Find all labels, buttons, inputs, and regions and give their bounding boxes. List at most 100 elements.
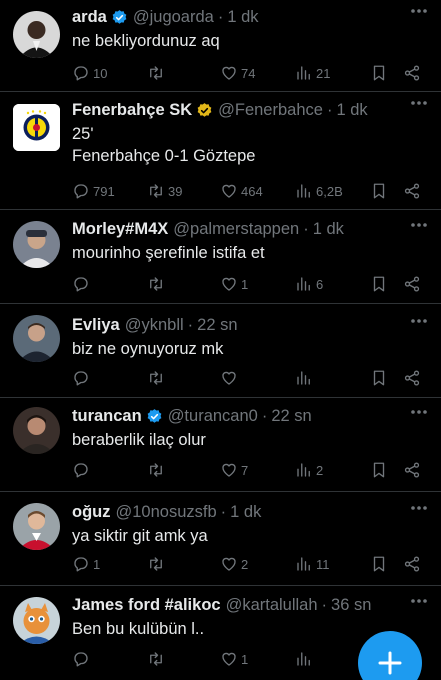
tweet[interactable]: Morley#M4X @palmerstappen · 1 dk mourinh… — [0, 210, 441, 304]
retweet-button[interactable] — [147, 461, 220, 479]
like-button[interactable]: 7 — [220, 461, 295, 479]
timestamp[interactable]: 1 dk — [227, 8, 258, 27]
avatar[interactable] — [13, 11, 60, 58]
like-button[interactable]: 1 — [220, 650, 295, 668]
more-options-icon[interactable] — [409, 596, 429, 606]
views-button[interactable]: 11 — [295, 555, 370, 573]
view-count: 2 — [316, 462, 324, 478]
separator-dot: · — [321, 595, 328, 614]
heart-icon — [222, 184, 236, 198]
avatar[interactable] — [13, 104, 60, 151]
plus-icon — [378, 651, 402, 675]
handle[interactable]: @palmerstappen — [173, 220, 299, 239]
more-options-icon[interactable] — [409, 407, 429, 417]
like-count: 7 — [241, 462, 249, 478]
share-icon — [404, 276, 420, 292]
bookmark-button[interactable] — [370, 461, 403, 479]
reply-button[interactable] — [72, 369, 147, 387]
avatar[interactable] — [13, 597, 60, 644]
views-icon — [297, 557, 310, 571]
more-options-icon[interactable] — [409, 503, 429, 513]
timestamp[interactable]: 1 dk — [230, 503, 261, 522]
retweet-button[interactable] — [147, 555, 220, 573]
timestamp[interactable]: 22 sn — [197, 316, 237, 335]
reply-button[interactable]: 791 — [72, 182, 147, 200]
share-button[interactable] — [403, 555, 421, 573]
bookmark-button[interactable] — [370, 64, 403, 82]
display-name[interactable]: James ford #alikoc — [72, 596, 221, 615]
bookmark-button[interactable] — [370, 555, 403, 573]
timestamp[interactable]: 36 sn — [331, 596, 371, 615]
views-button[interactable]: 6 — [295, 275, 370, 293]
bookmark-icon — [373, 462, 385, 478]
share-button[interactable] — [403, 369, 421, 387]
handle[interactable]: @yknbll — [125, 316, 184, 335]
display-name[interactable]: oğuz — [72, 503, 111, 522]
retweet-button[interactable] — [147, 64, 220, 82]
avatar[interactable] — [13, 503, 60, 550]
retweet-button[interactable] — [147, 369, 220, 387]
more-options-icon[interactable] — [409, 98, 429, 108]
more-options-icon[interactable] — [409, 316, 429, 326]
share-button[interactable] — [403, 275, 421, 293]
timestamp[interactable]: 1 dk — [336, 101, 367, 120]
avatar[interactable] — [13, 315, 60, 362]
reply-button[interactable] — [72, 650, 147, 668]
handle[interactable]: @jugoarda — [133, 8, 214, 27]
handle[interactable]: @Fenerbahce — [218, 101, 323, 120]
timestamp[interactable]: 22 sn — [271, 407, 311, 426]
avatar[interactable] — [13, 407, 60, 454]
view-count: 6 — [316, 276, 324, 292]
bookmark-button[interactable] — [370, 275, 403, 293]
display-name[interactable]: Morley#M4X — [72, 220, 168, 239]
reply-button[interactable] — [72, 461, 147, 479]
like-button[interactable]: 1 — [220, 275, 295, 293]
share-button[interactable] — [403, 461, 421, 479]
bookmark-icon — [373, 183, 385, 199]
reply-button[interactable] — [72, 275, 147, 293]
more-options-icon[interactable] — [409, 220, 429, 230]
views-button[interactable]: 2 — [295, 461, 370, 479]
tweet[interactable]: turancan @turancan0 · 22 sn beraberlik i… — [0, 398, 441, 492]
reply-count: 10 — [93, 65, 108, 81]
views-icon — [297, 371, 310, 385]
display-name[interactable]: turancan — [72, 407, 142, 426]
bookmark-button[interactable] — [370, 182, 403, 200]
retweet-button[interactable]: 39 — [147, 182, 220, 200]
like-button[interactable]: 74 — [220, 64, 295, 82]
like-button[interactable]: 2 — [220, 555, 295, 573]
like-button[interactable] — [220, 369, 295, 387]
views-button[interactable]: 6,2B — [295, 182, 370, 200]
tweet[interactable]: oğuz @10nosuzsfb · 1 dk ya siktir git am… — [0, 492, 441, 586]
bookmark-icon — [373, 276, 385, 292]
display-name[interactable]: Fenerbahçe SK — [72, 101, 192, 120]
like-count: 464 — [241, 183, 263, 199]
display-name[interactable]: arda — [72, 8, 107, 27]
timestamp[interactable]: 1 dk — [313, 220, 344, 239]
retweet-button[interactable] — [147, 275, 220, 293]
reply-button[interactable]: 1 — [72, 555, 147, 573]
bookmark-button[interactable] — [370, 369, 403, 387]
views-button[interactable] — [295, 369, 370, 387]
timeline: arda @jugoarda · 1 dk ne bekliyordunuz a… — [0, 0, 441, 680]
handle[interactable]: @10nosuzsfb — [116, 503, 217, 522]
retweet-button[interactable] — [147, 650, 220, 668]
like-button[interactable]: 464 — [220, 182, 295, 200]
reply-button[interactable]: 10 — [72, 64, 147, 82]
reply-icon — [74, 277, 88, 292]
tweet[interactable]: Evliya @yknbll · 22 sn biz ne oynuyoruz … — [0, 304, 441, 398]
handle[interactable]: @turancan0 — [168, 407, 258, 426]
share-button[interactable] — [403, 64, 421, 82]
avatar[interactable] — [13, 221, 60, 268]
display-name[interactable]: Evliya — [72, 316, 120, 335]
more-options-icon[interactable] — [409, 6, 429, 16]
tweet[interactable]: Fenerbahçe SK @Fenerbahce · 1 dk 25' Fen… — [0, 92, 441, 210]
share-icon — [404, 65, 420, 81]
share-button[interactable] — [403, 182, 421, 200]
tweet[interactable]: arda @jugoarda · 1 dk ne bekliyordunuz a… — [0, 0, 441, 92]
view-count: 21 — [316, 65, 331, 81]
heart-icon — [222, 66, 236, 80]
like-count: 1 — [241, 276, 249, 292]
views-button[interactable]: 21 — [295, 64, 370, 82]
handle[interactable]: @kartalullah — [226, 596, 318, 615]
